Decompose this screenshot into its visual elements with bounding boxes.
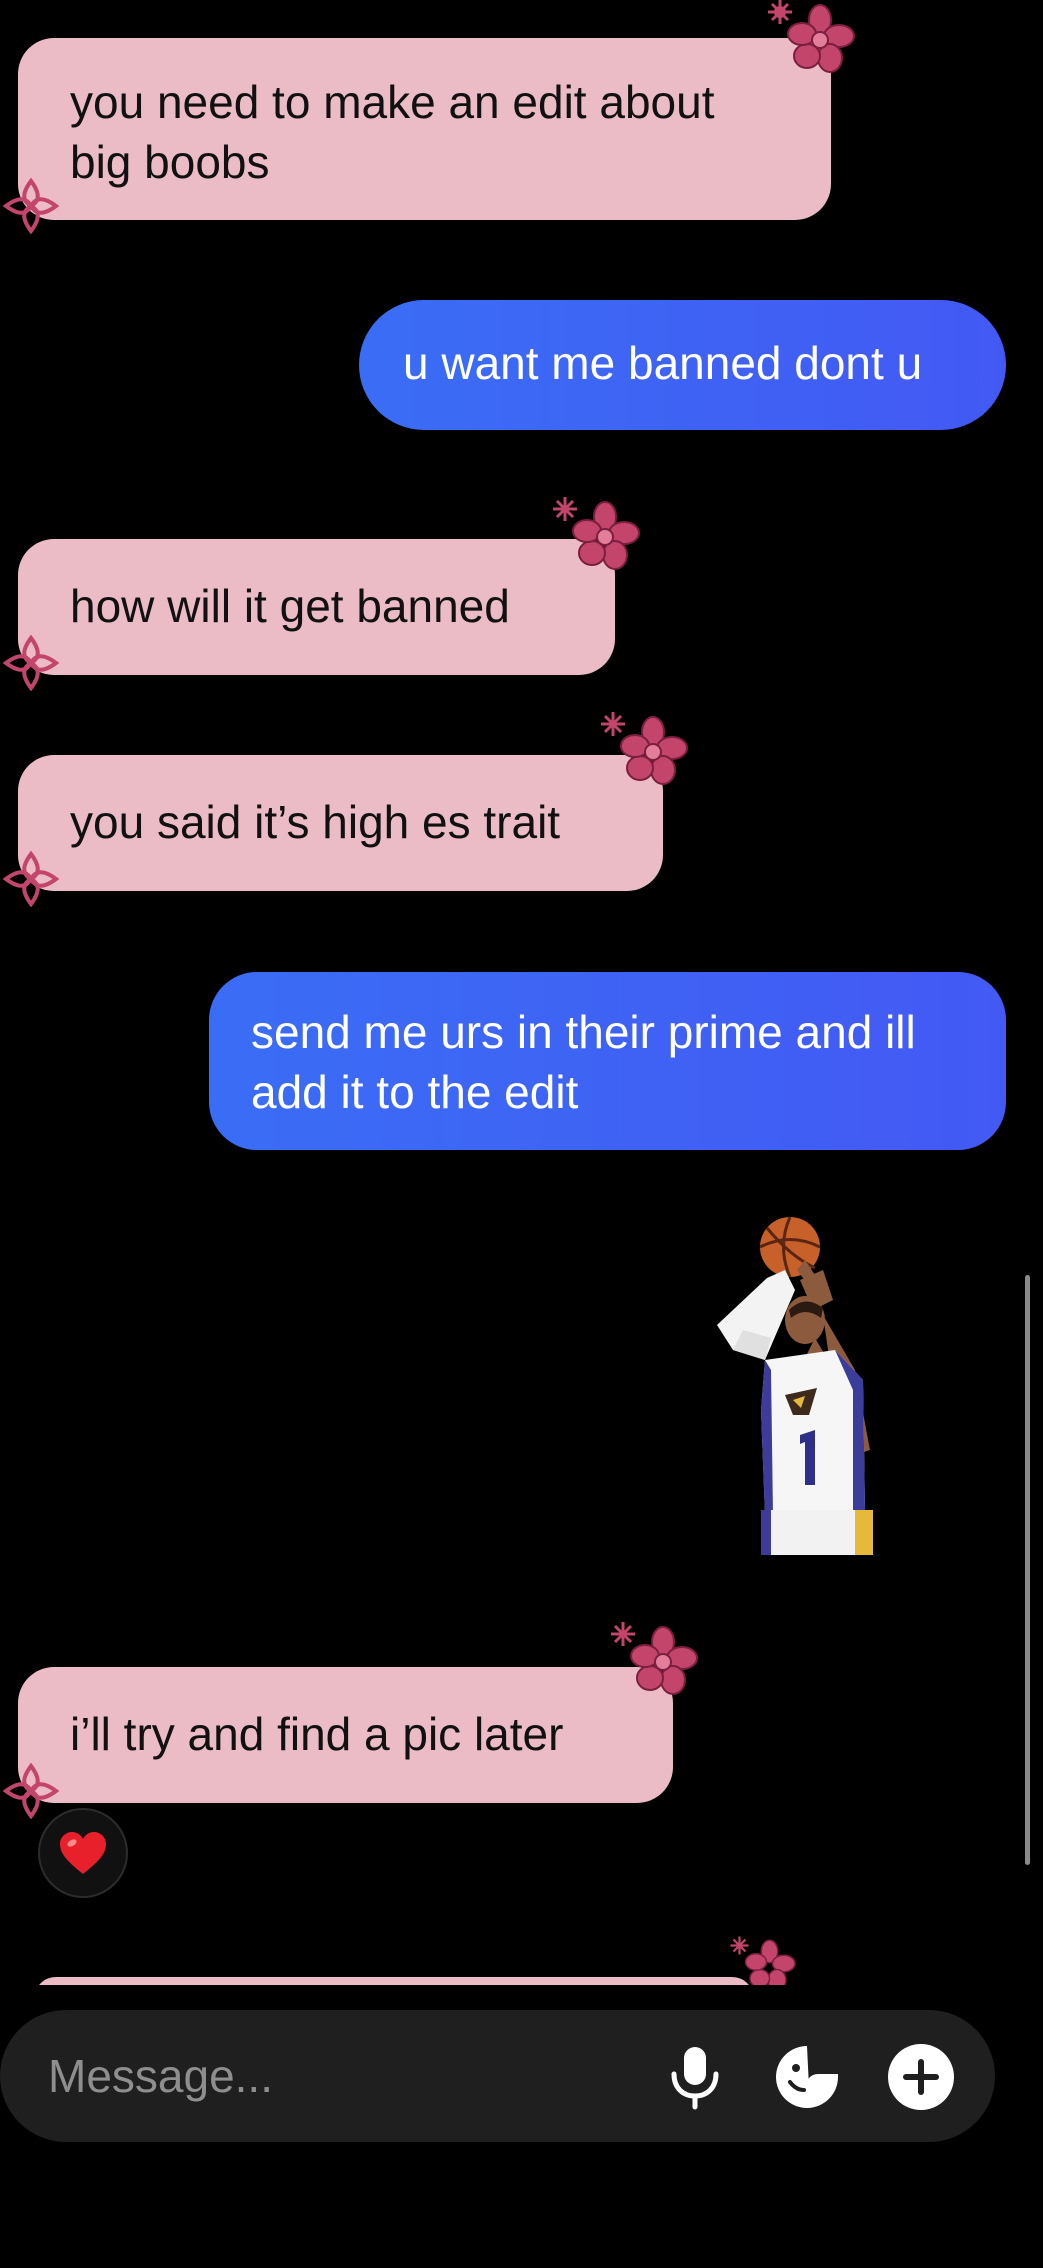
- message-text: i’ll try and find a pic later: [70, 1708, 564, 1760]
- message-composer[interactable]: Message...: [0, 2010, 995, 2142]
- basketball-player-sticker[interactable]: [705, 1210, 895, 1560]
- message-text: u want me banned dont u: [403, 337, 923, 389]
- message-bubble-incoming[interactable]: how will it get banned: [18, 539, 615, 675]
- message-bubble-outgoing[interactable]: send me urs in their prime and ill add i…: [209, 972, 1006, 1150]
- message-text: you need to make an edit about big boobs: [70, 76, 715, 188]
- message-bubble-outgoing[interactable]: u want me banned dont u: [359, 300, 1006, 430]
- message-text: send me urs in their prime and ill add i…: [251, 1006, 916, 1118]
- pink-flower-icon: [2, 177, 60, 235]
- pink-flower-icon: [2, 1762, 60, 1820]
- plus-icon[interactable]: [886, 2042, 956, 2112]
- message-text: how will it get banned: [70, 580, 510, 632]
- sticker-icon[interactable]: [772, 2042, 842, 2112]
- chat-screen: you need to make an edit about big boobs…: [0, 0, 1043, 2268]
- heart-icon: [60, 1832, 106, 1874]
- heart-reaction[interactable]: [38, 1808, 128, 1898]
- pink-flower-icon: [611, 1622, 698, 1695]
- scrollbar[interactable]: [1025, 1275, 1030, 1865]
- message-input[interactable]: Message...: [48, 2010, 273, 2142]
- pink-flower-icon: [768, 0, 855, 73]
- message-text: you said it’s high es trait: [70, 796, 561, 848]
- microphone-icon[interactable]: [660, 2042, 730, 2112]
- pink-flower-icon: [2, 850, 60, 908]
- pink-flower-icon: [553, 497, 640, 570]
- message-bubble-incoming[interactable]: i’ll try and find a pic later: [18, 1667, 673, 1803]
- message-bubble-incoming[interactable]: you said it’s high es trait: [18, 755, 663, 891]
- pink-flower-icon: [2, 634, 60, 692]
- message-bubble-incoming[interactable]: you need to make an edit about big boobs: [18, 38, 831, 220]
- pink-flower-icon: [601, 712, 688, 785]
